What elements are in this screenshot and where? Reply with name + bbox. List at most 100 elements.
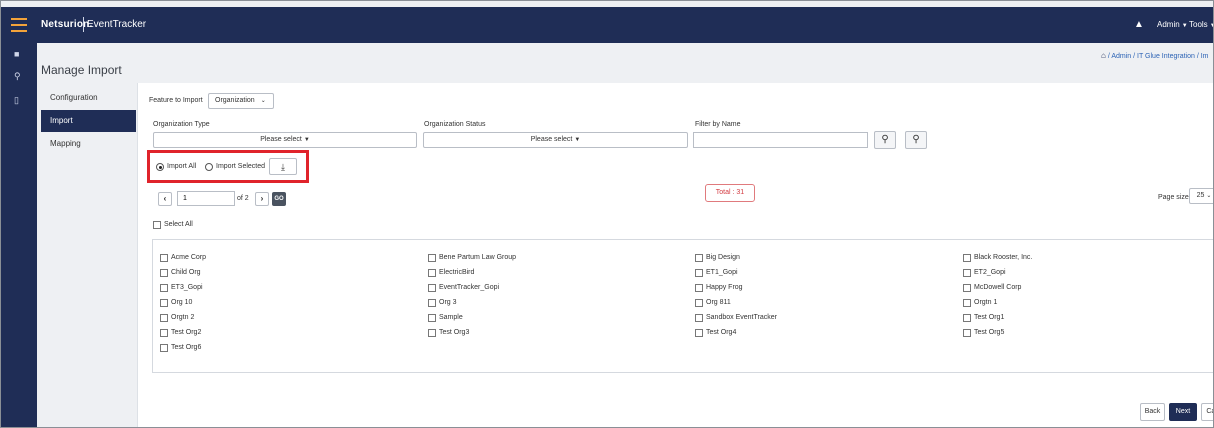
org-label[interactable]: ET1_Gopi xyxy=(706,269,738,276)
org-checkbox[interactable] xyxy=(695,329,703,337)
org-label[interactable]: Test Org3 xyxy=(439,329,469,336)
import-selected-radio[interactable] xyxy=(205,163,213,171)
home-icon[interactable]: ⌂ xyxy=(1101,51,1106,60)
org-label[interactable]: Orgtn 2 xyxy=(171,314,194,321)
select-all-checkbox[interactable] xyxy=(153,221,161,229)
org-checkbox[interactable] xyxy=(963,269,971,277)
settings-subnav: Configuration Import Mapping xyxy=(37,83,137,427)
total-badge: Total : 31 xyxy=(705,184,755,202)
page-number-input[interactable]: 1 xyxy=(177,191,235,206)
org-checkbox[interactable] xyxy=(160,254,168,262)
org-label[interactable]: Black Rooster, Inc. xyxy=(974,254,1032,261)
org-label[interactable]: Test Org2 xyxy=(171,329,201,336)
icon-rail: ■ ⚲ ▯ xyxy=(1,43,37,427)
name-filter-input[interactable] xyxy=(693,132,868,148)
org-label[interactable]: Big Design xyxy=(706,254,740,261)
org-checkbox[interactable] xyxy=(695,299,703,307)
select-all-label[interactable]: Select All xyxy=(164,221,193,228)
page-size-label: Page size xyxy=(1158,194,1189,201)
subnav-item-mapping[interactable]: Mapping xyxy=(41,133,136,155)
bell-icon[interactable]: ▲ xyxy=(1134,19,1144,30)
chevron-left-icon: ‹ xyxy=(163,194,167,203)
organization-list xyxy=(152,239,1213,373)
org-checkbox[interactable] xyxy=(160,329,168,337)
org-checkbox[interactable] xyxy=(428,329,436,337)
org-label[interactable]: ElectricBird xyxy=(439,269,474,276)
org-checkbox[interactable] xyxy=(160,314,168,322)
org-label[interactable]: Child Org xyxy=(171,269,201,276)
org-label[interactable]: Bene Partum Law Group xyxy=(439,254,516,261)
org-label[interactable]: McDowell Corp xyxy=(974,284,1021,291)
import-all-radio[interactable] xyxy=(156,163,164,171)
breadcrumb: ⌂ / Admin / IT Glue Integration / Im xyxy=(1101,51,1208,60)
org-checkbox[interactable] xyxy=(963,299,971,307)
org-label[interactable]: ET3_Gopi xyxy=(171,284,203,291)
org-label[interactable]: ET2_Gopi xyxy=(974,269,1006,276)
org-checkbox[interactable] xyxy=(695,314,703,322)
org-checkbox[interactable] xyxy=(695,269,703,277)
breadcrumb-path[interactable]: / Admin / IT Glue Integration / Im xyxy=(1108,53,1209,60)
org-label[interactable]: Sample xyxy=(439,314,463,321)
org-checkbox[interactable] xyxy=(963,329,971,337)
org-label[interactable]: Org 811 xyxy=(706,299,731,306)
org-label[interactable]: EventTracker_Gopi xyxy=(439,284,499,291)
dashboard-icon[interactable]: ■ xyxy=(14,49,19,59)
org-label[interactable]: Acme Corp xyxy=(171,254,206,261)
org-label[interactable]: Happy Frog xyxy=(706,284,743,291)
search-button[interactable]: ⚲ xyxy=(874,131,896,149)
org-checkbox[interactable] xyxy=(160,344,168,352)
org-checkbox[interactable] xyxy=(963,314,971,322)
caret-down-icon: ▼ xyxy=(303,137,310,143)
cancel-button[interactable]: Car xyxy=(1201,403,1213,421)
chevron-down-icon: ▼ xyxy=(1181,23,1188,29)
feature-dropdown[interactable]: Organization ⌄ xyxy=(208,93,274,109)
clear-search-button[interactable]: ⚲ xyxy=(905,131,927,149)
org-checkbox[interactable] xyxy=(428,254,436,262)
org-label[interactable]: Orgtn 1 xyxy=(974,299,997,306)
product-name: EventTracker xyxy=(87,19,147,30)
org-label[interactable]: Sandbox EventTracker xyxy=(706,314,777,321)
org-status-dropdown[interactable]: Please select ▼ xyxy=(423,132,688,148)
search-icon[interactable]: ⚲ xyxy=(14,71,21,81)
org-checkbox[interactable] xyxy=(963,254,971,262)
org-label[interactable]: Org 3 xyxy=(439,299,457,306)
org-checkbox[interactable] xyxy=(695,284,703,292)
org-label[interactable]: Test Org6 xyxy=(171,344,201,351)
import-button[interactable]: ⤓ xyxy=(269,158,297,175)
org-label[interactable]: Org 10 xyxy=(171,299,192,306)
subnav-item-configuration[interactable]: Configuration xyxy=(41,87,136,109)
org-checkbox[interactable] xyxy=(160,269,168,277)
import-selected-label[interactable]: Import Selected xyxy=(216,163,265,170)
brand-logo: Netsurion. xyxy=(41,19,93,30)
org-checkbox[interactable] xyxy=(428,284,436,292)
back-button[interactable]: Back xyxy=(1140,403,1165,421)
page-size-dropdown[interactable]: 25 ⌄ xyxy=(1189,188,1213,204)
subnav-item-import[interactable]: Import xyxy=(41,110,136,132)
org-checkbox[interactable] xyxy=(695,254,703,262)
org-checkbox[interactable] xyxy=(428,299,436,307)
top-navbar: Netsurion. EventTracker ▲ Admin▼ Tools▼ xyxy=(1,7,1213,43)
org-checkbox[interactable] xyxy=(428,314,436,322)
prev-page-button[interactable]: ‹ xyxy=(158,192,172,206)
page-count-label: of 2 xyxy=(237,195,249,202)
org-status-value: Please select xyxy=(530,136,573,143)
org-checkbox[interactable] xyxy=(160,284,168,292)
chevron-down-icon: ⌄ xyxy=(1206,193,1212,199)
org-type-dropdown[interactable]: Please select ▼ xyxy=(153,132,417,148)
go-button[interactable]: GO xyxy=(272,192,286,206)
report-icon[interactable]: ▯ xyxy=(14,95,19,105)
org-checkbox[interactable] xyxy=(160,299,168,307)
org-checkbox[interactable] xyxy=(428,269,436,277)
import-all-label[interactable]: Import All xyxy=(167,163,196,170)
org-label[interactable]: Test Org4 xyxy=(706,329,736,336)
clear-search-icon: ⚲ xyxy=(912,134,920,145)
tools-menu[interactable]: Tools▼ xyxy=(1189,20,1213,29)
org-label[interactable]: Test Org1 xyxy=(974,314,1004,321)
admin-menu[interactable]: Admin ▼ xyxy=(1157,20,1188,29)
menu-icon[interactable] xyxy=(11,18,27,32)
org-label[interactable]: Test Org5 xyxy=(974,329,1004,336)
org-checkbox[interactable] xyxy=(963,284,971,292)
next-page-button[interactable]: › xyxy=(255,192,269,206)
chevron-down-icon: ⌄ xyxy=(260,98,266,104)
next-button[interactable]: Next xyxy=(1169,403,1197,421)
